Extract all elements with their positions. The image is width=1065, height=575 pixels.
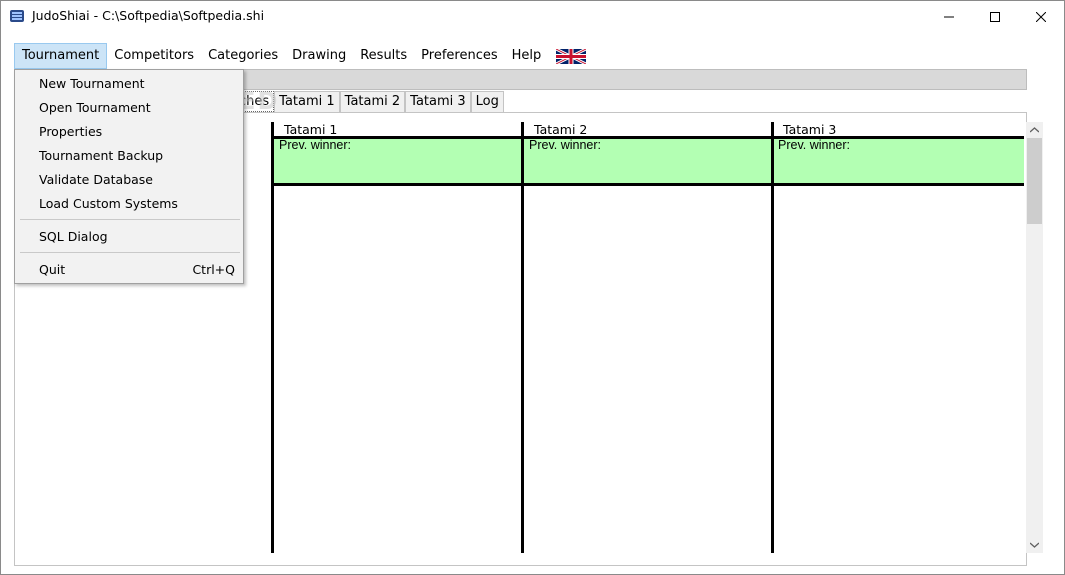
menu-item-properties[interactable]: Properties (39, 124, 102, 139)
menu-competitors[interactable]: Competitors (107, 43, 201, 69)
uk-flag-icon[interactable] (556, 48, 587, 64)
tab-log[interactable]: Log (470, 91, 504, 112)
column-divider-2 (521, 122, 524, 553)
tab-tatami-1[interactable]: Tatami 1 (274, 91, 340, 112)
window-title: JudoShiai - C:\Softpedia\Softpedia.shi (32, 8, 265, 23)
row-divider (272, 183, 1024, 186)
tab-tatami-3[interactable]: Tatami 3 (405, 91, 471, 112)
column-divider-3 (771, 122, 774, 553)
menu-item-load-custom-systems[interactable]: Load Custom Systems (39, 196, 178, 211)
tab-bar: ches Tatami 1 Tatami 2 Tatami 3 Log (234, 91, 504, 113)
tab-tatami-2[interactable]: Tatami 2 (339, 91, 406, 112)
menu-categories[interactable]: Categories (201, 43, 285, 69)
menu-item-new-tournament[interactable]: New Tournament (39, 76, 145, 91)
minimize-button[interactable] (926, 1, 972, 32)
menu-help[interactable]: Help (505, 43, 549, 69)
chevron-up-icon (1030, 127, 1039, 133)
menu-bar: Tournament Competitors Categories Drawin… (14, 43, 1027, 69)
scroll-down-button[interactable] (1026, 537, 1043, 553)
tatami-1-header: Tatami 1 (284, 122, 338, 137)
tatami-1-prev-winner[interactable]: Prev. winner: (279, 138, 351, 152)
tatami-2-header: Tatami 2 (534, 122, 588, 137)
close-button[interactable] (1018, 1, 1064, 32)
tatami-2-prev-winner[interactable]: Prev. winner: (529, 138, 601, 152)
header-divider (272, 136, 1024, 139)
menu-item-quit[interactable]: Quit (39, 262, 65, 277)
menu-item-tournament-backup[interactable]: Tournament Backup (39, 148, 163, 163)
menu-preferences[interactable]: Preferences (414, 43, 504, 69)
chevron-down-icon (1030, 542, 1039, 548)
close-icon (1036, 11, 1046, 22)
tournament-dropdown-menu: New Tournament Open Tournament Propertie… (14, 69, 244, 284)
scroll-up-button[interactable] (1026, 122, 1043, 138)
tatami-3-prev-winner[interactable]: Prev. winner: (778, 138, 850, 152)
column-divider-1 (271, 122, 274, 553)
menu-separator (20, 252, 240, 253)
maximize-icon (990, 11, 1000, 22)
menu-separator (20, 219, 240, 220)
maximize-button[interactable] (972, 1, 1018, 32)
scrollbar-thumb[interactable] (1027, 138, 1042, 224)
menu-item-validate-database[interactable]: Validate Database (39, 172, 153, 187)
app-window: JudoShiai - C:\Softpedia\Softpedia.shi T… (0, 0, 1065, 575)
menu-results[interactable]: Results (353, 43, 414, 69)
menu-tournament[interactable]: Tournament (14, 43, 108, 69)
menu-item-sql-dialog[interactable]: SQL Dialog (39, 229, 108, 244)
menu-item-open-tournament[interactable]: Open Tournament (39, 100, 151, 115)
tatami-3-header: Tatami 3 (783, 122, 837, 137)
prev-winner-row (272, 139, 1024, 184)
minimize-icon (944, 16, 954, 17)
judoshiai-app-icon (10, 10, 24, 22)
quit-shortcut: Ctrl+Q (192, 262, 235, 277)
title-bar: JudoShiai - C:\Softpedia\Softpedia.shi (1, 1, 1064, 32)
menu-drawing[interactable]: Drawing (285, 43, 353, 69)
